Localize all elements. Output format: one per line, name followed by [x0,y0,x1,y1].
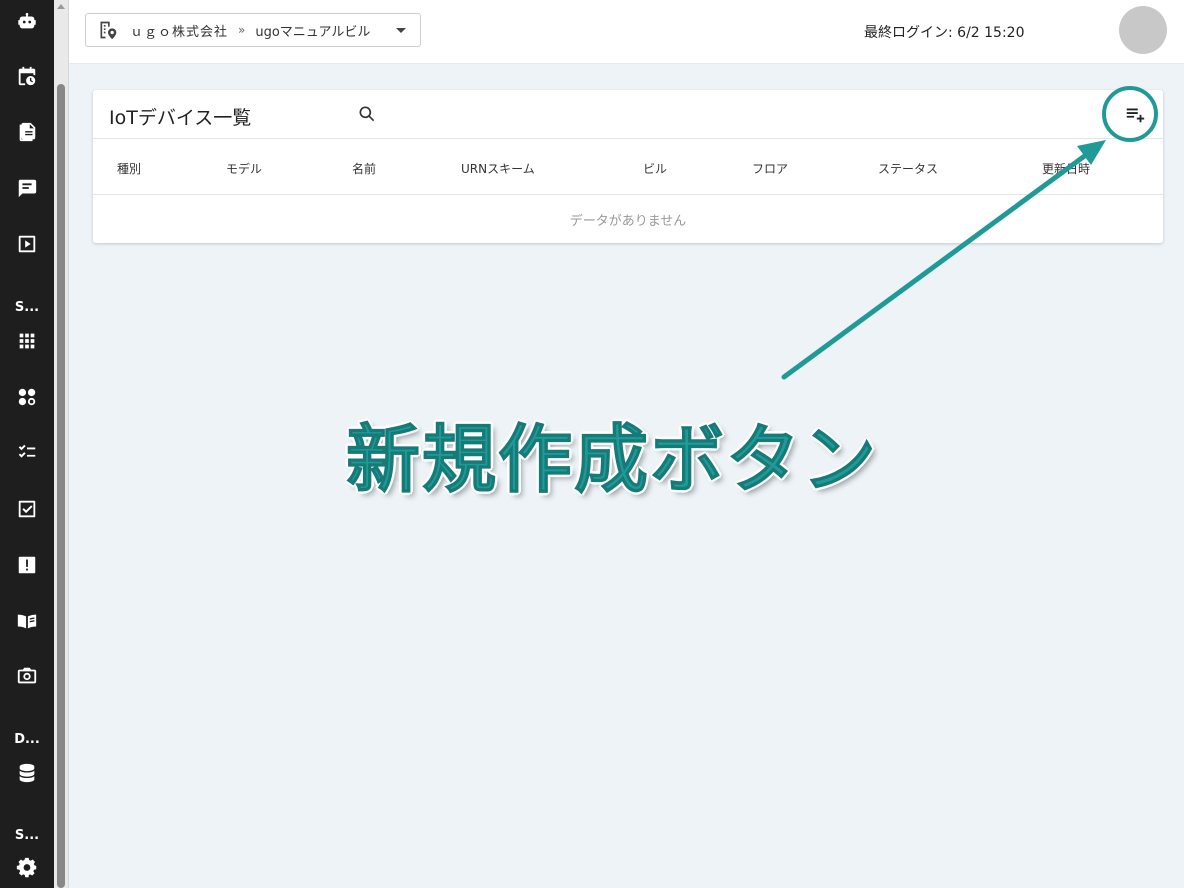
column-header-type[interactable]: 種別 [117,160,141,177]
camera-icon[interactable] [0,656,54,696]
column-header-building[interactable]: ビル [643,160,667,177]
annotation-highlight-circle [1102,86,1158,142]
robot-icon[interactable] [0,2,54,42]
chat-icon[interactable] [0,168,54,208]
breadcrumb-separator: » [238,23,246,37]
chevron-down-icon [396,28,406,33]
checklist-icon[interactable] [0,433,54,473]
play-box-icon[interactable] [0,224,54,264]
column-header-updated-at[interactable]: 更新日時 [1042,160,1090,177]
annotation-label: 新規作成ボタン [346,417,878,504]
alert-icon[interactable] [0,545,54,585]
top-bar: ｕｇｏ株式会社 » ugoマニュアルビル 最終ログイン: 6/2 15:20 [69,0,1184,64]
organization-name: ｕｇｏ株式会社 [130,24,229,40]
scroll-up-arrow-icon[interactable] [57,4,65,9]
building-selector[interactable]: ｕｇｏ株式会社 » ugoマニュアルビル [85,13,421,47]
sidebar: S... D... S... [0,0,54,888]
building-location-icon [100,21,117,40]
gear-icon[interactable] [0,848,54,888]
last-login-text: 最終ログイン: 6/2 15:20 [864,25,1025,41]
sidebar-section-label: D... [14,732,40,747]
sidebar-section-label: S... [14,300,40,315]
vertical-scrollbar[interactable] [54,0,69,888]
column-header-floor[interactable]: フロア [752,160,788,177]
page-title: IoTデバイス一覧 [109,107,252,129]
calendar-clock-icon[interactable] [0,56,54,96]
manual-book-icon[interactable] [0,601,54,641]
iot-device-list-card: IoTデバイス一覧 種別 モデル 名前 URNスキーム ビル フロア ステータス… [93,90,1163,243]
search-icon[interactable] [357,104,377,124]
task-check-icon[interactable] [0,489,54,529]
database-icon[interactable] [0,753,54,793]
grid-icon[interactable] [0,321,54,361]
column-header-name[interactable]: 名前 [352,160,376,177]
sidebar-section-label: S... [14,828,40,843]
shapes-icon[interactable] [0,377,54,417]
column-header-status[interactable]: ステータス [878,160,938,177]
empty-state-text: データがありません [569,214,687,229]
building-name: ugoマニュアルビル [255,24,371,40]
table-header: 種別 モデル 名前 URNスキーム ビル フロア ステータス 更新日時 [93,138,1163,195]
column-header-urn-scheme[interactable]: URNスキーム [461,160,535,177]
scrollbar-thumb[interactable] [57,84,65,888]
document-icon[interactable] [0,112,54,152]
column-header-model[interactable]: モデル [226,160,262,177]
avatar[interactable] [1119,6,1167,54]
